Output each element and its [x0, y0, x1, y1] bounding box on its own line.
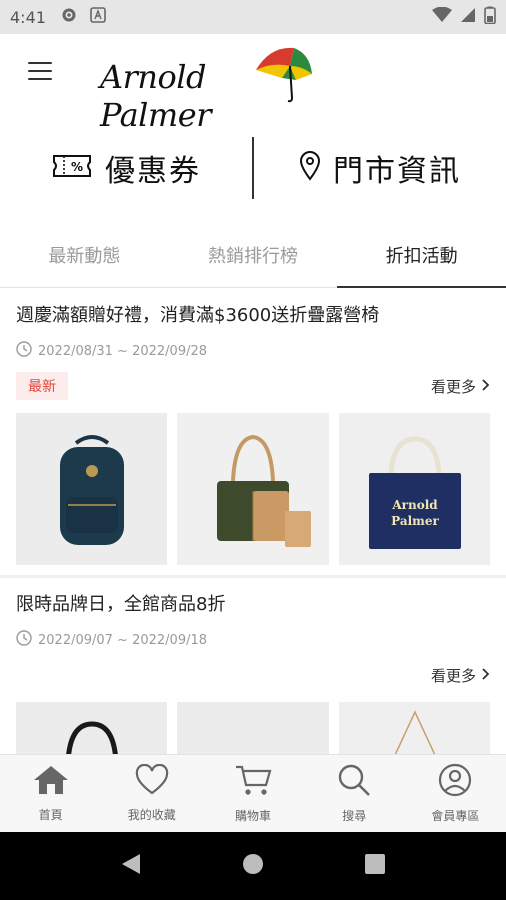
promotion-date: 2022/09/07 ~ 2022/09/18: [16, 630, 490, 650]
product-image-canvas-tote[interactable]: Arnold Palmer: [338, 413, 490, 565]
see-more-link[interactable]: 看更多: [431, 376, 490, 397]
home-circle-icon[interactable]: [242, 853, 264, 879]
see-more-label: 看更多: [430, 377, 476, 396]
new-badge: 最新: [16, 372, 68, 400]
nav-home-label: 首頁: [38, 808, 63, 822]
clock-icon: [16, 630, 32, 650]
recents-square-icon[interactable]: [364, 853, 386, 879]
back-icon[interactable]: [120, 852, 142, 880]
tab-bestseller-ranking[interactable]: 熱銷排行榜: [169, 222, 338, 287]
coupon-percent-glyph: %: [71, 160, 83, 174]
home-icon: [32, 764, 70, 800]
chevron-right-icon: [482, 666, 490, 684]
nav-favorites-label: 我的收藏: [127, 808, 176, 822]
umbrella-logo-icon: [256, 47, 312, 103]
menu-icon[interactable]: [28, 62, 52, 82]
battery-icon: [484, 6, 496, 28]
heart-icon: [134, 763, 170, 800]
nav-favorites[interactable]: 我的收藏: [101, 755, 202, 832]
see-more-link[interactable]: 看更多: [431, 665, 490, 686]
store-info-label: 門市資訊: [333, 154, 461, 189]
user-icon: [437, 763, 473, 801]
promotion-title: 週慶滿額贈好禮，消費滿$3600送折疊露營椅: [16, 305, 380, 326]
coupon-ticket-icon: %: [51, 153, 93, 183]
system-navigation-bar: [0, 832, 506, 900]
search-icon: [336, 763, 372, 801]
promotion-title: 限時品牌日，全館商品8折: [16, 594, 226, 615]
clock-icon: [16, 341, 32, 361]
nav-home[interactable]: 首頁: [0, 755, 101, 832]
chevron-right-icon: [482, 377, 490, 395]
location-pin-icon: [299, 151, 321, 185]
store-info-link[interactable]: 門市資訊: [254, 118, 506, 218]
tote-print-line-1: Arnold: [391, 498, 438, 512]
keyboard-a-icon: [90, 7, 106, 27]
product-image-handbag[interactable]: [16, 702, 168, 754]
promotion-card[interactable]: 週慶滿額贈好禮，消費滿$3600送折疊露營椅 2022/08/31 ~ 2022…: [0, 289, 506, 578]
nav-search[interactable]: 搜尋: [304, 755, 405, 832]
coupon-link[interactable]: % 優惠券: [0, 118, 252, 218]
nav-cart-label: 購物車: [235, 809, 272, 823]
see-more-label: 看更多: [430, 666, 476, 685]
promotion-date-text: 2022/09/07 ~ 2022/09/18: [38, 632, 208, 648]
promotion-card[interactable]: 限時品牌日，全館商品8折 2022/09/07 ~ 2022/09/18 看更多: [0, 578, 506, 754]
wifi-icon: [432, 6, 452, 27]
tab-discount-events[interactable]: 折扣活動: [337, 222, 506, 288]
nav-cart[interactable]: 購物車: [202, 755, 303, 832]
app-header: Arnold Palmer: [0, 34, 506, 134]
tote-print-line-2: Palmer: [391, 514, 439, 528]
promotion-date-text: 2022/08/31 ~ 2022/09/28: [38, 343, 208, 359]
cell-signal-icon: [460, 7, 476, 27]
promotion-date: 2022/08/31 ~ 2022/09/28: [16, 341, 490, 361]
promotion-list: 週慶滿額贈好禮，消費滿$3600送折疊露營椅 2022/08/31 ~ 2022…: [0, 289, 506, 754]
product-image-crossbody[interactable]: [177, 702, 329, 754]
product-image-bucket-bag[interactable]: [177, 413, 329, 565]
tab-bar: 最新動態 熱銷排行榜 折扣活動: [0, 222, 506, 288]
quick-links: % 優惠券 門市資訊: [0, 118, 506, 218]
status-time: 4:41: [10, 7, 46, 27]
status-bar: 4:41: [0, 0, 506, 34]
nav-search-label: 搜尋: [342, 809, 367, 823]
nav-member[interactable]: 會員專區: [405, 755, 506, 832]
cart-icon: [234, 763, 272, 801]
bottom-navigation: 首頁 我的收藏 購物車 搜尋 會員專區: [0, 754, 506, 832]
product-image-backpack[interactable]: [16, 413, 168, 565]
product-image-shoulder-bag[interactable]: [338, 702, 490, 754]
coupon-label: 優惠券: [105, 154, 201, 189]
tab-latest-news[interactable]: 最新動態: [0, 222, 169, 287]
nav-member-label: 會員專區: [431, 809, 480, 823]
settings-gear-icon: [60, 6, 78, 28]
brand-logo[interactable]: Arnold Palmer: [100, 42, 320, 134]
